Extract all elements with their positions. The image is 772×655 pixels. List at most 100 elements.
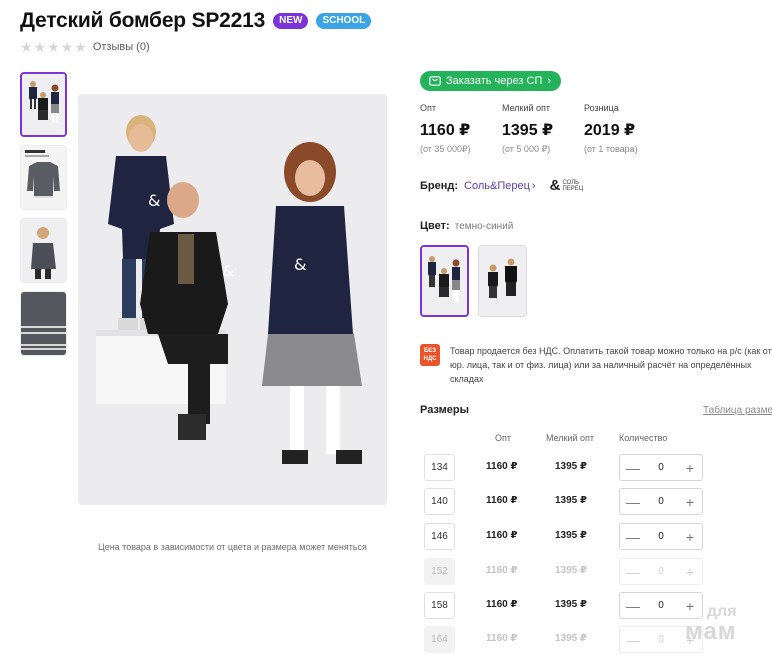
order-via-sp-button[interactable]: Заказать через СП › — [420, 71, 562, 91]
swatch-image — [422, 247, 467, 315]
size-row-unavailable: 164 1160 ₽ 1395 ₽ — 0 + — [424, 626, 714, 654]
quantity-stepper: — 0 + — [619, 488, 703, 515]
product-title: Детский бомбер SP2213 — [20, 9, 266, 32]
vat-badge-top: БЕЗ — [423, 348, 437, 354]
size-small-opt-price: 1395 ₽ — [555, 599, 587, 610]
minus-button[interactable]: — — [626, 461, 640, 475]
quantity-input[interactable]: 0 — [658, 496, 664, 507]
price-value: 2019 ₽ — [584, 122, 636, 139]
size-row: 140 1160 ₽ 1395 ₽ — 0 + — [424, 488, 714, 516]
reviews-link[interactable]: Отзывы (0) — [93, 41, 150, 53]
quantity-stepper: — 0 + — [619, 454, 703, 481]
thumbnail-boy-photo[interactable] — [20, 218, 67, 283]
price-value: 1160 ₽ — [420, 122, 471, 139]
boy-photo-image — [21, 219, 66, 282]
size-value: 134 — [424, 454, 455, 481]
size-row: 146 1160 ₽ 1395 ₽ — 0 + — [424, 523, 714, 551]
color-swatch-navy-group[interactable] — [420, 245, 469, 317]
size-value: 164 — [424, 626, 455, 653]
header-opt: Опт — [495, 433, 511, 443]
quantity-stepper: — 0 + — [619, 558, 703, 585]
sleeve-detail-image — [21, 292, 66, 355]
color-label: Цвет: — [420, 220, 450, 232]
price-label: Розница — [584, 103, 619, 113]
minus-button[interactable]: — — [626, 530, 640, 544]
chevron-right-icon: › — [531, 179, 536, 192]
price-condition: (от 1 товара) — [584, 144, 638, 154]
star-icon: ★ — [33, 39, 47, 55]
quantity-input[interactable]: 0 — [658, 600, 664, 611]
header-small-opt: Мелкий опт — [546, 433, 595, 443]
color-swatch-black-group[interactable] — [478, 245, 527, 317]
size-small-opt-price: 1395 ₽ — [555, 633, 587, 644]
size-small-opt-price: 1395 ₽ — [555, 565, 587, 576]
price-label: Мелкий опт — [502, 103, 551, 113]
brand-link[interactable]: Соль&Перец › — [464, 180, 536, 192]
order-button-label: Заказать через СП — [446, 75, 543, 87]
price-block: Опт 1160 ₽ (от 35 000₽) Мелкий опт 1395 … — [420, 103, 666, 155]
price-condition: (от 5 000 ₽) — [502, 144, 551, 154]
quantity-input[interactable]: 0 — [658, 531, 664, 542]
brand-row: Бренд: Соль&Перец › & СОЛЬ ПЕРЕЦ — [420, 177, 583, 194]
brand-name: Соль&Перец — [464, 179, 530, 192]
vat-notice: БЕЗ НДС Товар продается без НДС. Оплатит… — [420, 344, 772, 386]
size-opt-price: 1160 ₽ — [486, 495, 518, 506]
price-value: 1395 ₽ — [502, 122, 554, 139]
brand-logo[interactable]: & СОЛЬ ПЕРЕЦ — [550, 177, 584, 194]
size-opt-price: 1160 ₽ — [486, 530, 518, 541]
size-table-link[interactable]: Таблица разме — [703, 405, 772, 416]
svg-text:&: & — [294, 255, 306, 274]
minus-button[interactable]: — — [626, 495, 640, 509]
size-opt-price: 1160 ₽ — [486, 461, 518, 472]
plus-button[interactable]: + — [684, 461, 696, 475]
size-value: 152 — [424, 558, 455, 585]
no-vat-badge: БЕЗ НДС — [420, 344, 440, 366]
vat-text: Товар продается без НДС. Оплатить такой … — [450, 346, 772, 384]
sizes-title: Размеры — [420, 404, 470, 416]
size-value: 140 — [424, 488, 455, 515]
price-opt: Опт 1160 ₽ (от 35 000₽) — [420, 103, 502, 155]
site-watermark: для мам — [685, 602, 737, 645]
size-opt-price: 1160 ₽ — [486, 599, 518, 610]
size-value: 158 — [424, 592, 455, 619]
quantity-input: 0 — [658, 566, 664, 577]
size-small-opt-price: 1395 ₽ — [555, 495, 587, 506]
group-photo-image — [22, 74, 65, 135]
color-value: темно-синий — [454, 221, 514, 232]
star-icon: ★ — [47, 39, 60, 55]
svg-text:&: & — [223, 264, 234, 280]
thumbnail-bomber-label[interactable] — [20, 145, 67, 210]
thumbnail-group-photo[interactable] — [20, 72, 67, 137]
chevron-right-icon: › — [547, 75, 552, 87]
quantity-stepper: — 0 + — [619, 523, 703, 550]
size-opt-price: 1160 ₽ — [486, 565, 518, 576]
brand-logo-text: СОЛЬ ПЕРЕЦ — [562, 180, 583, 192]
price-retail: Розница 2019 ₽ (от 1 товара) — [584, 103, 666, 155]
price-note: Цена товара в зависимости от цвета и раз… — [98, 542, 367, 552]
size-small-opt-price: 1395 ₽ — [555, 530, 587, 541]
quantity-input: 0 — [658, 634, 664, 645]
star-icon: ★ — [20, 39, 33, 55]
watermark-line-2: мам — [685, 618, 737, 645]
rating-stars: ★ ★ ★ ★ ★ — [20, 40, 87, 54]
size-row-unavailable: 152 1160 ₽ 1395 ₽ — 0 + — [424, 558, 714, 586]
plus-button[interactable]: + — [684, 530, 696, 544]
school-badge: SCHOOL — [316, 13, 372, 29]
main-product-photo[interactable]: & & & — [78, 94, 387, 505]
size-row: 158 1160 ₽ 1395 ₽ — 0 + — [424, 592, 714, 620]
minus-button: — — [626, 631, 640, 648]
plus-button: + — [685, 563, 695, 580]
minus-button[interactable]: — — [626, 599, 640, 613]
main-photo-image: & & & — [78, 94, 387, 505]
color-swatches — [420, 245, 527, 317]
size-opt-price: 1160 ₽ — [486, 633, 518, 644]
thumbnail-sleeve-detail[interactable] — [20, 291, 67, 356]
quantity-input[interactable]: 0 — [658, 462, 664, 473]
star-icon: ★ — [60, 39, 74, 55]
star-icon: ★ — [74, 39, 87, 55]
logo-word-bottom: ПЕРЕЦ — [562, 185, 584, 192]
color-row: Цвет: темно-синий — [420, 220, 513, 232]
svg-text:&: & — [148, 191, 160, 210]
plus-button[interactable]: + — [684, 495, 696, 509]
bomber-label-image — [21, 146, 66, 209]
